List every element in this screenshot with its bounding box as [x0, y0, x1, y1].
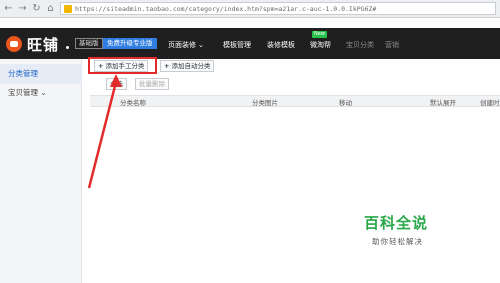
annotation-arrow — [87, 74, 122, 189]
watermark-subtitle: 助你轻松解决 — [372, 237, 423, 246]
arrow-head — [110, 74, 122, 87]
arrow-shaft — [87, 81, 118, 189]
watermark-title: 百科全说 — [364, 214, 429, 232]
